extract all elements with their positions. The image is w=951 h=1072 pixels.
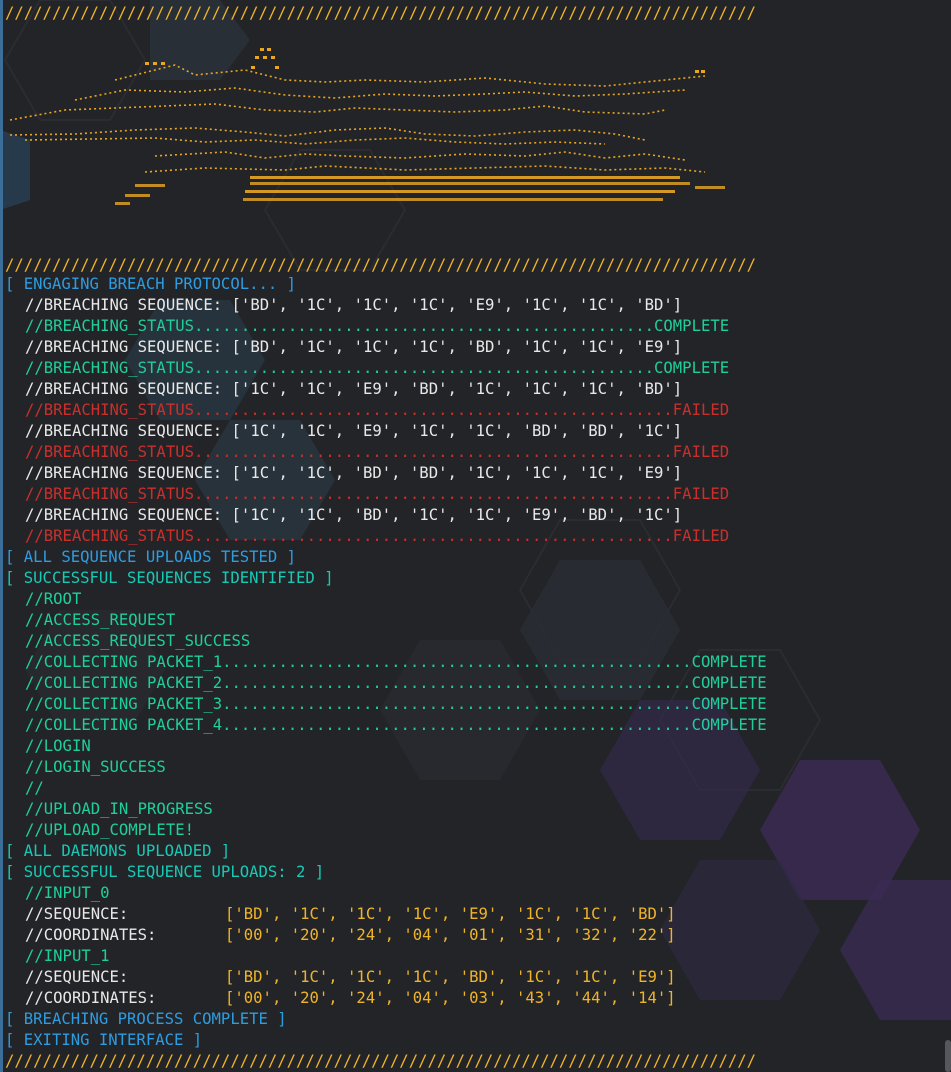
input-1-sequence-row: //SEQUENCE: ['BD', '1C', '1C', '1C', 'BD'… xyxy=(5,967,676,988)
packet-line-1: //COLLECTING PACKET_1...................… xyxy=(5,652,767,673)
process-complete-header: [ BREACHING PROCESS COMPLETE ] xyxy=(5,1010,287,1028)
breach-sequence-1: //BREACHING SEQUENCE: ['BD', '1C', '1C',… xyxy=(25,296,683,314)
status-label: //BREACHING_STATUS......................… xyxy=(25,527,673,545)
packet-label: //COLLECTING PACKET_3...................… xyxy=(25,695,692,713)
breach-sequence-2: //BREACHING SEQUENCE: ['BD', '1C', '1C',… xyxy=(25,338,683,356)
exiting-header: [ EXITING INTERFACE ] xyxy=(5,1031,203,1049)
status-value: FAILED xyxy=(672,443,730,461)
status-value: COMPLETE xyxy=(654,359,730,377)
sequence-value: ['BD', '1C', '1C', '1C', 'E9', '1C', '1C… xyxy=(225,905,676,923)
input-0-name: //INPUT_0 xyxy=(25,884,110,902)
packet-status: COMPLETE xyxy=(691,653,767,671)
breach-status-line-3: //BREACHING_STATUS......................… xyxy=(5,400,729,421)
packet-label: //COLLECTING PACKET_4...................… xyxy=(25,716,692,734)
step-upload-complete: //UPLOAD_COMPLETE! xyxy=(25,821,194,839)
packet-line-3: //COLLECTING PACKET_3...................… xyxy=(5,694,767,715)
breach-sequence-3: //BREACHING SEQUENCE: ['1C', '1C', 'E9',… xyxy=(25,380,683,398)
left-accent-bar xyxy=(0,0,3,1072)
status-label: //BREACHING_STATUS......................… xyxy=(25,401,673,419)
breach-sequence-4: //BREACHING SEQUENCE: ['1C', '1C', 'E9',… xyxy=(25,422,683,440)
coordinates-value: ['00', '20', '24', '04', '03', '43', '44… xyxy=(225,989,676,1007)
packet-line-4: //COLLECTING PACKET_4...................… xyxy=(5,715,767,736)
breach-sequence-6: //BREACHING SEQUENCE: ['1C', '1C', 'BD',… xyxy=(25,506,683,524)
engaging-header: [ ENGAGING BREACH PROTOCOL... ] xyxy=(5,275,297,293)
breach-status-line-2: //BREACHING_STATUS......................… xyxy=(5,358,729,379)
daemons-header: [ ALL DAEMONS UPLOADED ] xyxy=(5,842,231,860)
packet-status: COMPLETE xyxy=(691,695,767,713)
status-value: FAILED xyxy=(672,485,730,503)
step-blank: // xyxy=(25,779,44,797)
coordinates-label: //COORDINATES: xyxy=(25,989,157,1007)
sequence-label: //SEQUENCE: xyxy=(25,905,129,923)
breach-status-line-5: //BREACHING_STATUS......................… xyxy=(5,484,729,505)
sequence-label: //SEQUENCE: xyxy=(25,968,129,986)
status-value: FAILED xyxy=(672,401,730,419)
step-upload-progress: //UPLOAD_IN_PROGRESS xyxy=(25,800,213,818)
breach-sequence-5: //BREACHING SEQUENCE: ['1C', '1C', 'BD',… xyxy=(25,464,683,482)
packet-line-2: //COLLECTING PACKET_2...................… xyxy=(5,673,767,694)
input-1-name: //INPUT_1 xyxy=(25,947,110,965)
separator-top: ////////////////////////////////////////… xyxy=(5,4,757,22)
breach-status-line-1: //BREACHING_STATUS......................… xyxy=(5,316,729,337)
input-0-coordinates-row: //COORDINATES: ['00', '20', '24', '04', '… xyxy=(5,925,676,946)
separator-bottom: ////////////////////////////////////////… xyxy=(5,1052,757,1070)
successful-uploads-header: [ SUCCESSFUL SEQUENCE UPLOADS: 2 ] xyxy=(5,863,325,881)
ascii-art-logo xyxy=(9,48,725,205)
coordinates-label: //COORDINATES: xyxy=(25,926,157,944)
step-login: //LOGIN xyxy=(25,737,91,755)
terminal-window: ////////////////////////////////////////… xyxy=(0,0,951,1072)
status-value: COMPLETE xyxy=(654,317,730,335)
input-0-sequence-row: //SEQUENCE: ['BD', '1C', '1C', '1C', 'E9'… xyxy=(5,904,676,925)
packet-status: COMPLETE xyxy=(691,716,767,734)
packet-label: //COLLECTING PACKET_2...................… xyxy=(25,674,692,692)
breach-status-line-4: //BREACHING_STATUS......................… xyxy=(5,442,729,463)
coordinates-value: ['00', '20', '24', '04', '01', '31', '32… xyxy=(225,926,676,944)
status-label: //BREACHING_STATUS......................… xyxy=(25,443,673,461)
status-label: //BREACHING_STATUS......................… xyxy=(25,317,655,335)
breach-status-line-6: //BREACHING_STATUS......................… xyxy=(5,526,729,547)
scrollbar-thumb[interactable] xyxy=(945,1040,951,1072)
separator-mid: ////////////////////////////////////////… xyxy=(5,256,757,274)
status-label: //BREACHING_STATUS......................… xyxy=(25,485,673,503)
step-access-success: //ACCESS_REQUEST_SUCCESS xyxy=(25,632,251,650)
step-login-success: //LOGIN_SUCCESS xyxy=(25,758,166,776)
packet-label: //COLLECTING PACKET_1...................… xyxy=(25,653,692,671)
identified-header: [ SUCCESSFUL SEQUENCES IDENTIFIED ] xyxy=(5,569,334,587)
input-1-coordinates-row: //COORDINATES: ['00', '20', '24', '04', '… xyxy=(5,988,676,1009)
sequence-value: ['BD', '1C', '1C', '1C', 'BD', '1C', '1C… xyxy=(225,968,676,986)
step-access-request: //ACCESS_REQUEST xyxy=(25,611,176,629)
step-root: //ROOT xyxy=(25,590,82,608)
status-label: //BREACHING_STATUS......................… xyxy=(25,359,655,377)
all-tested-header: [ ALL SEQUENCE UPLOADS TESTED ] xyxy=(5,548,297,566)
status-value: FAILED xyxy=(672,527,730,545)
packet-status: COMPLETE xyxy=(691,674,767,692)
